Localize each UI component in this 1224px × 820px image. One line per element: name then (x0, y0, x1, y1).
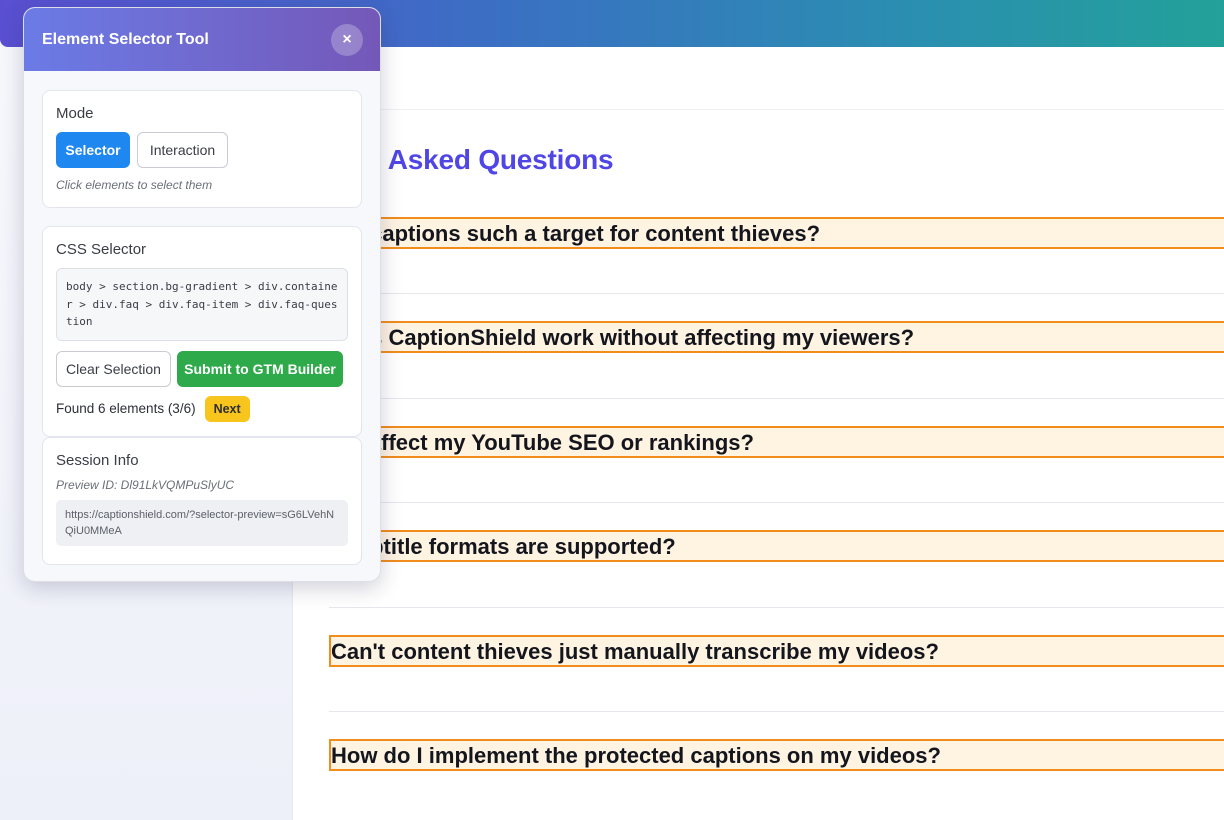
session-info-section: Session Info Preview ID: Dl91LkVQMPuSlyU… (42, 437, 362, 565)
css-selector-display[interactable]: body > section.bg-gradient > div.contain… (56, 268, 348, 341)
faq-divider (329, 398, 1224, 399)
faq-question-text: does CaptionShield work without affectin… (331, 325, 915, 350)
faq-question[interactable]: t subtitle formats are supported? (329, 530, 1224, 562)
close-icon: × (342, 30, 352, 48)
faq-question-text: How do I implement the protected caption… (331, 743, 941, 768)
interaction-mode-button[interactable]: Interaction (137, 132, 228, 168)
faq-question-text: are captions such a target for content t… (331, 221, 821, 246)
faq-question[interactable]: Can't content thieves just manually tran… (329, 635, 1224, 667)
preview-id: Preview ID: Dl91LkVQMPuSlyUC (56, 478, 235, 492)
faq-divider (329, 711, 1224, 712)
css-selector-heading: CSS Selector (56, 241, 147, 258)
faq-question-text: Can't content thieves just manually tran… (331, 639, 939, 664)
faq-question-text: t subtitle formats are supported? (331, 534, 676, 559)
panel-title: Element Selector Tool (42, 30, 209, 48)
mode-toggle: Selector Interaction (56, 132, 348, 168)
mode-hint: Click elements to select them (56, 178, 213, 192)
clear-selection-button[interactable]: Clear Selection (56, 350, 171, 387)
faq-divider (329, 502, 1224, 503)
faq-divider (329, 293, 1224, 294)
next-match-button[interactable]: Next (204, 395, 250, 422)
faq-divider (329, 607, 1224, 608)
close-button[interactable]: × (331, 23, 363, 56)
faq-question[interactable]: his affect my YouTube SEO or rankings? (329, 426, 1224, 458)
faq-question[interactable]: does CaptionShield work without affectin… (329, 321, 1224, 353)
css-selector-section: CSS Selector body > section.bg-gradient … (42, 226, 362, 437)
found-count-text: Found 6 elements (3/6) (56, 401, 196, 416)
selector-mode-button[interactable]: Selector (56, 132, 130, 168)
faq-question-text: his affect my YouTube SEO or rankings? (331, 430, 754, 455)
selector-actions: Clear Selection Submit to GTM Builder (56, 350, 348, 387)
divider (330, 109, 1224, 110)
faq-question[interactable]: are captions such a target for content t… (329, 217, 1224, 249)
session-info-heading: Session Info (56, 452, 139, 469)
faq-question[interactable]: How do I implement the protected caption… (329, 739, 1224, 771)
submit-gtm-button[interactable]: Submit to GTM Builder (177, 350, 343, 387)
faq-heading: quently Asked Questions (283, 144, 614, 175)
match-counter: Found 6 elements (3/6) Next (56, 395, 348, 422)
preview-url[interactable]: https://captionshield.com/?selector-prev… (56, 500, 348, 546)
panel-header[interactable]: Element Selector Tool × (24, 8, 380, 71)
mode-section: Mode Selector Interaction Click elements… (42, 90, 362, 208)
mode-heading: Mode (56, 105, 94, 122)
element-selector-panel: Element Selector Tool × Mode Selector In… (23, 7, 381, 582)
